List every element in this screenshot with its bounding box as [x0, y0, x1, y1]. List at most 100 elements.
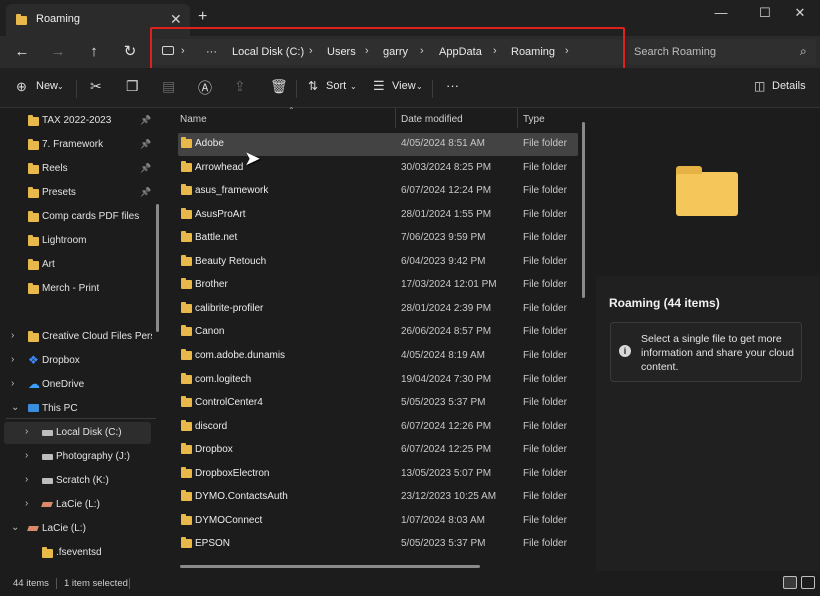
- sidebar-item-tree[interactable]: › Creative Cloud Files Persona: [4, 326, 152, 348]
- up-button[interactable]: ↑: [81, 40, 107, 64]
- list-horizontal-scrollbar[interactable]: [180, 565, 480, 568]
- sidebar-item-quick[interactable]: Art: [0, 254, 160, 276]
- new-button[interactable]: New: [36, 80, 58, 92]
- file-name: Battle.net: [195, 232, 238, 244]
- sidebar-item-quick[interactable]: Lightroom: [0, 230, 160, 252]
- view-button[interactable]: View: [392, 80, 416, 92]
- table-row[interactable]: DYMO.ContactsAuth 23/12/2023 10:25 AM File…: [178, 486, 578, 509]
- column-header-name[interactable]: Name: [180, 114, 207, 125]
- column-divider[interactable]: [395, 108, 396, 128]
- sidebar-item-quick[interactable]: Reels 📌: [0, 158, 160, 180]
- sidebar-item-quick[interactable]: 7. Framework 📌: [0, 134, 160, 156]
- sidebar-item-tree[interactable]: › Scratch (K:): [4, 470, 151, 492]
- maximize-button[interactable]: ☐: [754, 5, 776, 21]
- tiles-view-icon[interactable]: [801, 576, 815, 589]
- chevron-right-icon[interactable]: ›: [11, 354, 14, 365]
- chevron-right-icon[interactable]: ›: [11, 330, 14, 341]
- paste-icon[interactable]: ▤: [162, 78, 175, 95]
- sidebar-item-label: Comp cards PDF files: [42, 211, 140, 222]
- file-type: File folder: [523, 232, 567, 244]
- sidebar-item-label: Creative Cloud Files Persona: [42, 331, 152, 342]
- more-options-button[interactable]: ···: [446, 78, 459, 93]
- minimize-button[interactable]: —: [710, 5, 732, 20]
- table-row[interactable]: Beauty Retouch 6/04/2023 9:42 PM File fold…: [178, 251, 578, 274]
- back-button[interactable]: ←: [9, 40, 35, 64]
- table-row[interactable]: ControlCenter4 5/05/2023 5:37 PM File fold…: [178, 392, 578, 415]
- file-name: DYMOConnect: [195, 514, 263, 526]
- table-row[interactable]: Brother 17/03/2024 12:01 PM File folder: [178, 274, 578, 297]
- column-divider[interactable]: [517, 108, 518, 128]
- chevron-down-icon[interactable]: ⌄: [11, 522, 19, 533]
- sidebar-item-tree[interactable]: ⌄ LaCie (L:): [4, 518, 151, 540]
- chevron-right-icon[interactable]: ›: [11, 378, 14, 389]
- sidebar-item-tree[interactable]: .fseventsd: [4, 542, 151, 564]
- sidebar-item-tree[interactable]: › ☁ OneDrive: [4, 374, 151, 396]
- sidebar-item-tree[interactable]: › Photography (J:): [4, 446, 151, 468]
- chevron-right-icon[interactable]: ›: [25, 498, 28, 509]
- table-row[interactable]: discord 6/07/2024 12:26 PM File folder: [178, 416, 578, 439]
- sidebar-item-quick[interactable]: Merch - Print: [0, 278, 160, 300]
- chevron-right-icon[interactable]: ›: [25, 426, 28, 437]
- rename-icon[interactable]: Ⓐ: [198, 78, 212, 98]
- table-row[interactable]: AsusProArt 28/01/2024 1:55 PM File folder: [178, 204, 578, 227]
- sidebar-item-tree[interactable]: › LaCie (L:): [4, 494, 151, 516]
- file-date-modified: 4/05/2024 8:51 AM: [401, 138, 485, 149]
- chevron-down-icon: ⌄: [416, 82, 423, 91]
- divider: [76, 80, 77, 98]
- new-tab-button[interactable]: +: [198, 8, 207, 26]
- sidebar-item-label: 7. Framework: [42, 139, 104, 150]
- table-row[interactable]: Dropbox 6/07/2024 12:25 PM File folder: [178, 439, 578, 462]
- file-name: Adobe: [195, 138, 224, 149]
- tab-close-icon[interactable]: ✕: [170, 11, 182, 28]
- file-type: File folder: [523, 420, 567, 432]
- table-row[interactable]: Canon 26/06/2024 8:57 PM File folder: [178, 321, 578, 344]
- chevron-right-icon[interactable]: ›: [25, 474, 28, 485]
- delete-icon[interactable]: 🗑: [270, 78, 288, 95]
- chevron-right-icon[interactable]: ›: [25, 450, 28, 461]
- sidebar-item-quick[interactable]: Comp cards PDF files: [0, 206, 160, 228]
- file-type: File folder: [523, 302, 567, 314]
- table-row[interactable]: Arrowhead 30/03/2024 8:25 PM File folder: [178, 157, 578, 180]
- cut-icon[interactable]: ✂: [90, 78, 102, 95]
- file-type: File folder: [523, 255, 567, 267]
- list-vertical-scrollbar[interactable]: [582, 122, 585, 298]
- search-input[interactable]: Search Roaming ⌕: [628, 39, 816, 65]
- file-date-modified: 6/07/2024 12:25 PM: [401, 444, 492, 456]
- sidebar-item-tree[interactable]: › ❖ Dropbox: [4, 350, 151, 372]
- close-button[interactable]: ✕: [789, 5, 811, 21]
- sidebar-item-label: LaCie (L:): [56, 499, 100, 510]
- sidebar-item-label: OneDrive: [42, 379, 85, 390]
- sidebar-item-tree[interactable]: ⌄ This PC: [4, 398, 151, 420]
- table-row[interactable]: calibrite-profiler 28/01/2024 2:39 PM File…: [178, 298, 578, 321]
- file-type: File folder: [523, 538, 567, 550]
- column-header-date[interactable]: Date modified: [401, 114, 463, 125]
- table-row[interactable]: DropboxElectron 13/05/2023 5:07 PM File fo…: [178, 463, 578, 486]
- details-preview: [596, 108, 820, 276]
- file-name: Brother: [195, 279, 228, 291]
- sidebar-item-quick[interactable]: TAX 2022-2023 📌: [0, 110, 160, 132]
- search-placeholder: Search Roaming: [634, 46, 716, 58]
- file-date-modified: 28/01/2024 2:39 PM: [401, 302, 492, 314]
- share-icon[interactable]: ⇪: [234, 78, 246, 95]
- details-view-icon[interactable]: [783, 576, 797, 589]
- details-button[interactable]: Details: [772, 80, 806, 92]
- table-row[interactable]: EPSON 5/05/2023 5:37 PM File folder: [178, 533, 578, 556]
- folder-icon: [676, 166, 738, 216]
- table-row[interactable]: com.logitech 19/04/2024 7:30 PM File folde…: [178, 369, 578, 392]
- file-type: File folder: [523, 138, 567, 149]
- table-row[interactable]: asus_framework 6/07/2024 12:24 PM File fol…: [178, 180, 578, 203]
- column-header-type[interactable]: Type: [523, 114, 545, 125]
- forward-button[interactable]: →: [45, 40, 71, 64]
- sidebar-item-tree[interactable]: › Local Disk (C:): [4, 422, 151, 444]
- sidebar-item-quick[interactable]: Presets 📌: [0, 182, 160, 204]
- table-row[interactable]: Battle.net 7/06/2023 9:59 PM File folder: [178, 227, 578, 250]
- refresh-button[interactable]: ↻: [117, 40, 143, 64]
- chevron-down-icon[interactable]: ⌄: [11, 402, 19, 413]
- sidebar-scrollbar[interactable]: [156, 204, 159, 332]
- table-row[interactable]: com.adobe.dunamis 4/05/2024 8:19 AM File f…: [178, 345, 578, 368]
- copy-icon[interactable]: ❐: [126, 78, 139, 95]
- table-row[interactable]: DYMOConnect 1/07/2024 8:03 AM File folder: [178, 510, 578, 533]
- sort-button[interactable]: Sort: [326, 80, 346, 92]
- table-row[interactable]: Adobe 4/05/2024 8:51 AM File folder: [178, 133, 578, 156]
- sidebar-item-label: Lightroom: [42, 235, 87, 246]
